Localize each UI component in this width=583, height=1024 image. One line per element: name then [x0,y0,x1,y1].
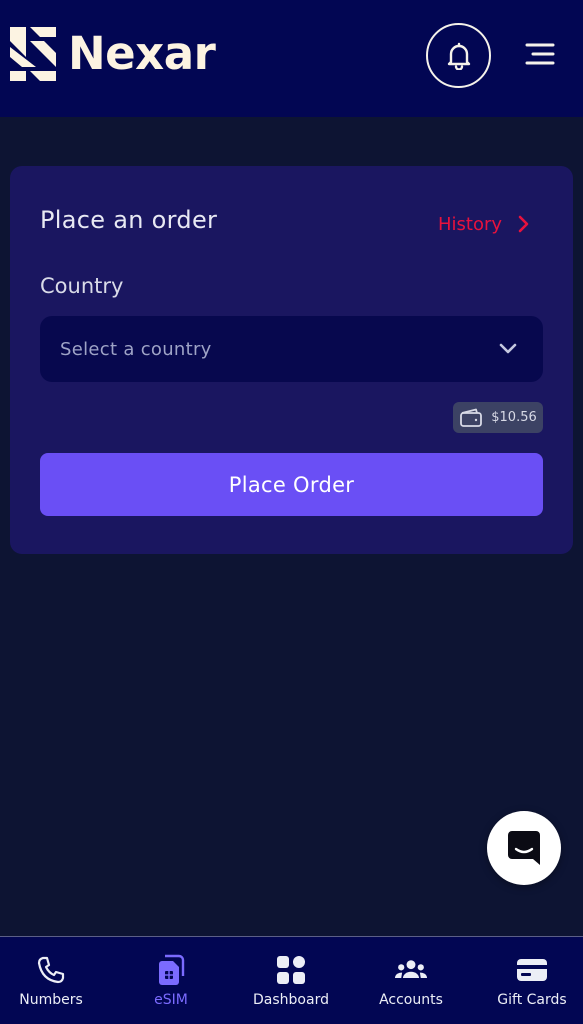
nav-label-dashboard: Dashboard [253,992,329,1008]
country-label: Country [40,274,124,298]
country-select[interactable]: Select a country [40,316,543,382]
wallet-balance-badge: $10.56 [453,402,543,433]
app-header: Nexar [0,0,583,117]
users-icon [395,960,427,978]
chevron-right-icon [518,215,529,233]
nav-item-gift-cards[interactable]: Gift Cards [474,937,583,1024]
hamburger-menu-icon [525,43,555,65]
history-link[interactable]: History [438,209,530,239]
nav-label-esim: eSIM [154,992,188,1008]
nav-item-numbers[interactable]: Numbers [0,937,109,1024]
card-title: Place an order [40,206,218,234]
bell-icon [447,42,470,70]
nav-item-dashboard[interactable]: Dashboard [233,937,349,1024]
nav-item-accounts[interactable]: Accounts [353,937,469,1024]
brand-name: Nexar [68,27,216,80]
history-label: History [438,213,503,235]
nav-label-gift-cards: Gift Cards [497,992,567,1008]
esim-card-icon [159,954,185,985]
nav-label-numbers: Numbers [19,992,83,1008]
chat-icon [508,831,540,865]
bottom-nav: Numbers eSIM Dashboard Accounts Gift Car… [0,936,583,1024]
wallet-icon [460,408,483,427]
dashboard-grid-icon [277,956,305,984]
country-select-placeholder: Select a country [60,338,212,360]
nexar-logo-icon [10,27,56,81]
chevron-down-icon [499,343,517,354]
place-order-card: Place an order History Country Select a … [10,166,573,554]
brand-logo[interactable]: Nexar [10,27,216,81]
phone-icon [37,956,65,984]
place-order-button[interactable]: Place Order [40,453,543,516]
notifications-button[interactable] [426,23,491,88]
chat-support-button[interactable] [487,811,561,885]
wallet-balance: $10.56 [491,410,537,425]
gift-card-icon [517,959,547,981]
nav-item-esim[interactable]: eSIM [113,937,229,1024]
menu-button[interactable] [522,39,558,69]
nav-label-accounts: Accounts [379,992,443,1008]
